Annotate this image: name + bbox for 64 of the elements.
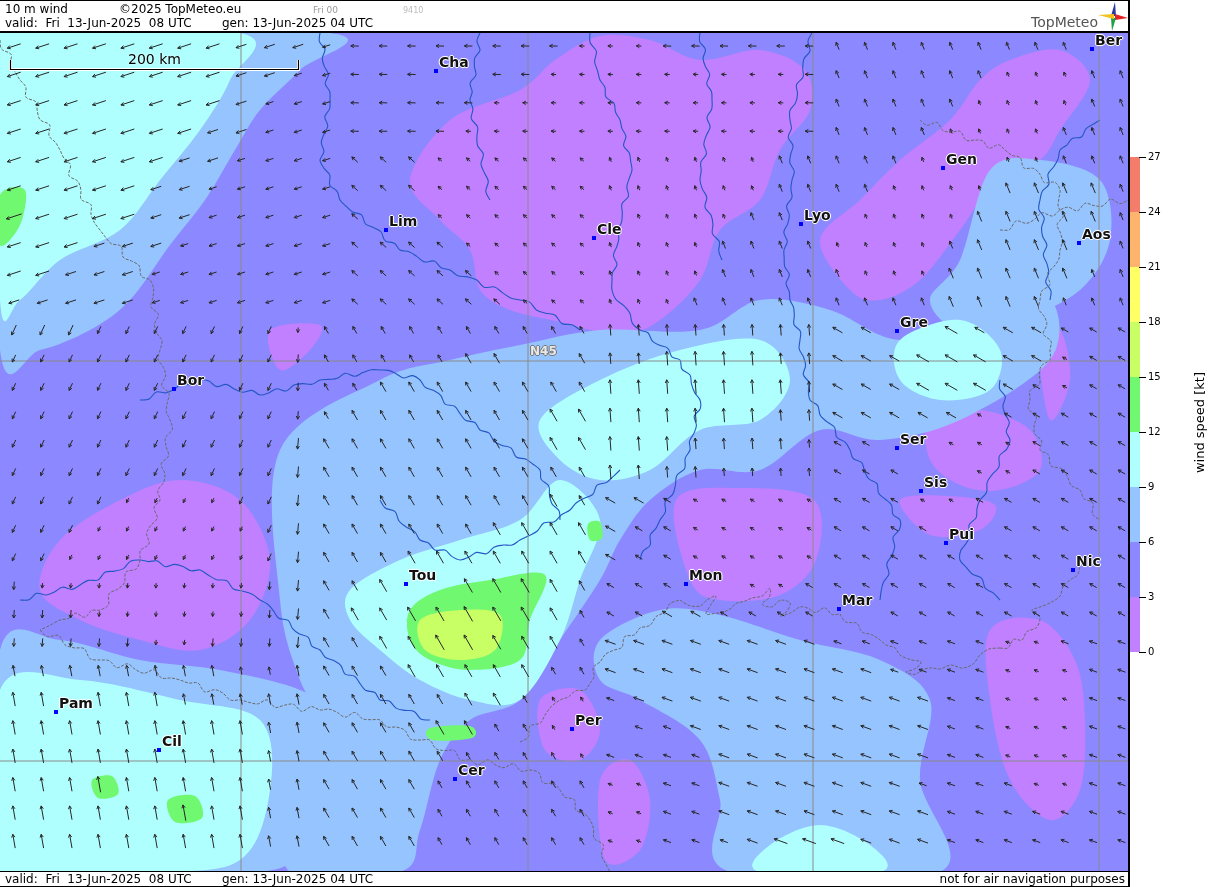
latitude-label: N45 bbox=[530, 344, 557, 358]
city-marker-icon bbox=[684, 582, 688, 586]
city-marker-icon bbox=[404, 582, 408, 586]
logo-text: TopMeteo bbox=[1031, 14, 1098, 30]
city-label: Cer bbox=[458, 762, 485, 778]
city-label: Tou bbox=[409, 567, 437, 583]
city-marker-icon bbox=[157, 748, 161, 752]
scale-label: 200 km bbox=[128, 51, 181, 67]
city-label: Ser bbox=[900, 431, 927, 447]
scale-tick-label: 9 bbox=[1148, 481, 1155, 493]
city-label: Cle bbox=[597, 221, 622, 237]
city-label: Ber bbox=[1095, 33, 1123, 48]
city-marker-icon bbox=[799, 222, 803, 226]
valid-time: valid: Fri 13-Jun-2025 08 UTC bbox=[5, 872, 193, 886]
city-label: Per bbox=[575, 712, 602, 728]
map-title: 10 m wind bbox=[5, 2, 69, 16]
city-marker-icon bbox=[453, 777, 457, 781]
scale-tick-label: 15 bbox=[1148, 371, 1161, 383]
legend-title: wind speed [kt] bbox=[1192, 372, 1207, 474]
scale-tick-label: 21 bbox=[1148, 261, 1161, 273]
scale-tick-label: 12 bbox=[1148, 426, 1161, 438]
city-marker-icon bbox=[941, 166, 945, 170]
scale-tick-label: 18 bbox=[1148, 316, 1161, 328]
city-label: Sis bbox=[924, 474, 948, 490]
city-label: Lim bbox=[389, 213, 418, 229]
city-label: Gen bbox=[946, 151, 977, 167]
city-label: Mon bbox=[689, 567, 723, 583]
city-marker-icon bbox=[570, 727, 574, 731]
city-marker-icon bbox=[919, 489, 923, 493]
city-marker-icon bbox=[172, 387, 176, 391]
city-label: Mar bbox=[842, 592, 873, 608]
city-label: Pui bbox=[949, 526, 975, 542]
generated-time: gen: 13-Jun-2025 04 UTC bbox=[222, 872, 374, 886]
disclaimer-text: not for air navigation purposes bbox=[939, 872, 1125, 886]
city-marker-icon bbox=[895, 446, 899, 450]
city-marker-icon bbox=[54, 710, 58, 714]
city-marker-icon bbox=[1077, 241, 1081, 245]
city-label: Pam bbox=[59, 695, 93, 711]
city-label: Gre bbox=[900, 314, 928, 330]
scale-tick-label: 27 bbox=[1148, 151, 1161, 163]
city-marker-icon bbox=[384, 228, 388, 232]
city-label: Nic bbox=[1076, 553, 1101, 569]
city-marker-icon bbox=[837, 607, 841, 611]
scale-tick-label: 6 bbox=[1148, 536, 1155, 548]
city-marker-icon bbox=[1090, 47, 1094, 51]
city-label: Lyo bbox=[804, 207, 831, 223]
city-marker-icon bbox=[1071, 568, 1075, 572]
compass-star-icon bbox=[1098, 2, 1128, 31]
run-label: Fri 00 bbox=[313, 4, 340, 16]
city-marker-icon bbox=[895, 329, 899, 333]
scale-tick-label: 3 bbox=[1148, 591, 1155, 603]
scale-tick-label: 0 bbox=[1148, 646, 1155, 658]
scale-tick-label: 24 bbox=[1148, 206, 1161, 218]
city-label: Aos bbox=[1082, 226, 1111, 242]
city-marker-icon bbox=[592, 236, 596, 240]
code-label: 9410 bbox=[403, 5, 424, 17]
city-label: Cha bbox=[439, 54, 469, 70]
city-label: Cil bbox=[162, 733, 182, 749]
city-label: Bor bbox=[177, 372, 205, 388]
valid-time: valid: Fri 13-Jun-2025 08 UTC bbox=[5, 16, 193, 31]
generated-time: gen: 13-Jun-2025 04 UTC bbox=[222, 16, 374, 31]
city-marker-icon bbox=[434, 69, 438, 73]
city-marker-icon bbox=[944, 541, 948, 545]
copyright-text: ©2025 TopMeteo.eu bbox=[119, 2, 243, 16]
